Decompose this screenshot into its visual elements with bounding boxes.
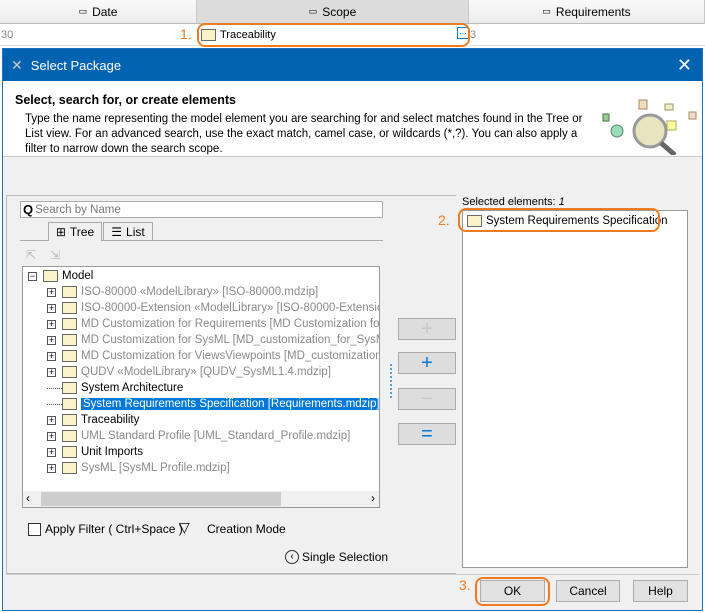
attribute-icon: ▭ <box>78 6 88 16</box>
title-bar: ✕ Select Package ✕ <box>3 49 702 81</box>
package-icon <box>62 366 77 378</box>
package-icon <box>62 414 77 426</box>
tree-connector <box>47 387 62 389</box>
scroll-right-icon[interactable]: › <box>371 491 375 505</box>
tree-item[interactable]: + MD Customization for ViewsViewpoints [M… <box>47 348 379 364</box>
tab-list[interactable]: ☰ List <box>103 222 153 240</box>
package-icon <box>62 462 77 474</box>
tab-tree[interactable]: ⊞ Tree <box>48 222 102 241</box>
expand-icon[interactable]: + <box>47 287 56 297</box>
tree-item[interactable]: + Unit Imports <box>47 444 143 460</box>
remove-all-button[interactable]: = <box>398 423 456 445</box>
package-icon <box>62 350 77 362</box>
expand-icon[interactable]: + <box>47 415 56 425</box>
apply-filter-checkbox[interactable] <box>28 523 41 536</box>
collapse-all-icon[interactable]: ⇲ <box>50 248 60 262</box>
cancel-button[interactable]: Cancel <box>556 580 620 602</box>
list-icon: ☰ <box>111 224 123 239</box>
highlight-outline <box>458 208 660 232</box>
close-icon[interactable]: ✕ <box>677 55 692 76</box>
package-icon <box>62 334 77 346</box>
tree-item[interactable]: + SysML [SysML Profile.mdzip] <box>47 460 230 476</box>
expand-icon[interactable]: + <box>47 319 56 329</box>
dialog-title: Select Package <box>30 57 122 73</box>
selected-elements-label: Selected elements: 1 <box>462 196 565 208</box>
column-header-date[interactable]: ▭ Date <box>0 0 197 24</box>
scroll-left-icon[interactable]: ‹ <box>26 491 30 505</box>
splitter-handle[interactable] <box>390 364 392 398</box>
model-tree[interactable]: − Model + ISO-80000 «ModelLibrary» [ISO-80… <box>22 266 380 508</box>
search-input[interactable]: Q Search by Name <box>20 201 383 218</box>
highlight-outline <box>475 577 550 606</box>
scrollbar-thumb[interactable] <box>41 492 281 506</box>
collapse-icon[interactable]: − <box>28 271 37 281</box>
highlight-outline <box>197 23 470 47</box>
cell-date[interactable]: 30 <box>0 24 197 46</box>
tree-item-model[interactable]: − Model <box>28 268 93 284</box>
add-recursive-button[interactable]: + <box>398 352 456 374</box>
expand-icon[interactable]: + <box>47 447 56 457</box>
horizontal-scrollbar[interactable]: ‹ › <box>23 491 379 507</box>
column-header-scope[interactable]: ▭ Scope <box>197 0 469 24</box>
step-label: 1. <box>180 26 192 42</box>
package-icon <box>62 318 77 330</box>
apply-filter-label[interactable]: Apply Filter ( Ctrl+Space ) <box>45 522 183 536</box>
tree-item[interactable]: + MD Customization for Requirements [MD C… <box>47 316 379 332</box>
tree-item[interactable]: + ISO-80000 «ModelLibrary» [ISO-80000.mdz… <box>47 284 318 300</box>
filter-icon[interactable]: ▽ <box>179 519 190 536</box>
remove-button[interactable]: − <box>398 388 456 410</box>
cell-requirements[interactable]: 3 <box>470 24 705 46</box>
tree-item[interactable]: + UML Standard Profile [UML_Standard_Prof… <box>47 428 350 444</box>
tree-item[interactable]: + ISO-80000-Extension «ModelLibrary» [ISO… <box>47 300 379 316</box>
step-label: 2. <box>438 212 450 228</box>
tree-connector <box>47 403 62 405</box>
expand-all-icon[interactable]: ⇱ <box>26 248 36 262</box>
creation-mode-link[interactable]: Creation Mode <box>207 522 286 536</box>
package-icon <box>62 382 77 394</box>
expand-icon[interactable]: + <box>47 367 56 377</box>
package-icon <box>62 302 77 314</box>
model-icon <box>43 270 58 282</box>
footer-divider <box>6 574 699 575</box>
help-button[interactable]: Help <box>633 580 688 602</box>
tree-icon: ⊞ <box>55 225 66 239</box>
add-button[interactable]: + <box>398 318 456 340</box>
package-icon <box>62 430 77 442</box>
package-icon <box>62 398 77 410</box>
expand-icon[interactable]: + <box>47 463 56 473</box>
app-icon: ✕ <box>11 56 23 73</box>
expand-icon[interactable]: + <box>47 351 56 361</box>
tree-item[interactable]: + Traceability <box>47 412 139 428</box>
chevron-left-icon: ‹ <box>285 550 299 564</box>
package-icon <box>62 446 77 458</box>
tree-item[interactable]: System Architecture <box>47 380 183 396</box>
dialog-header: Select, search for, or create elements T… <box>3 81 702 157</box>
search-icon: Q <box>23 202 34 217</box>
expand-icon[interactable]: + <box>47 335 56 345</box>
header-description: Type the name representing the model ele… <box>25 113 583 155</box>
search-illustration-icon <box>602 99 697 155</box>
package-icon <box>62 286 77 298</box>
attribute-icon: ▭ <box>308 6 318 16</box>
selected-elements-list[interactable]: System Requirements Specification <box>462 210 688 568</box>
expand-icon[interactable]: + <box>47 431 56 441</box>
single-selection-toggle[interactable]: ‹ Single Selection <box>285 550 388 564</box>
attribute-icon: ▭ <box>542 6 551 16</box>
tree-item[interactable]: + MD Customization for SysML [MD_customiz… <box>47 332 379 348</box>
tree-item[interactable]: System Requirements Specification [Requi… <box>47 396 379 412</box>
expand-icon[interactable]: + <box>47 303 56 313</box>
header-title: Select, search for, or create elements <box>15 93 236 107</box>
tree-item[interactable]: + QUDV «ModelLibrary» [QUDV_SysML1.4.mdzi… <box>47 364 331 380</box>
column-header-requirements[interactable]: ▭ Requirements <box>469 0 705 24</box>
step-label: 3. <box>459 577 471 593</box>
